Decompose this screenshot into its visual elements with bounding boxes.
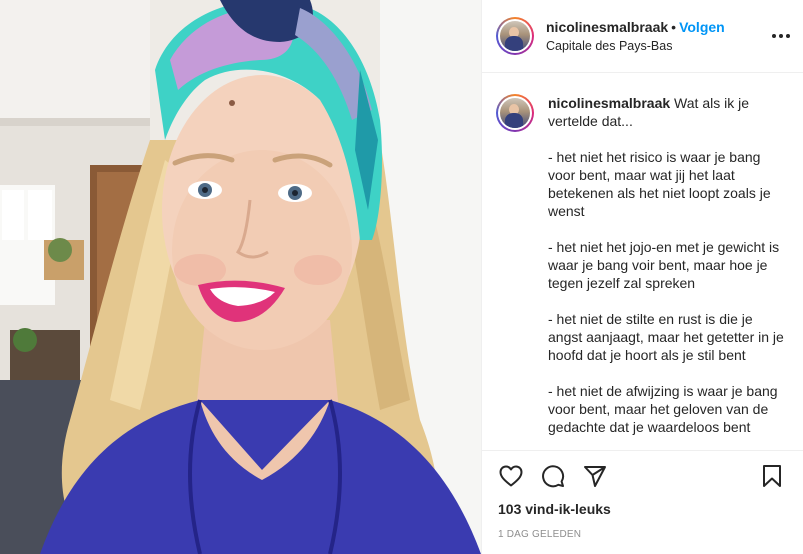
more-options-icon[interactable]	[771, 26, 791, 46]
post-actions: 103 vind-ik-leuks 1 DAG GELEDEN	[482, 450, 803, 554]
post-location[interactable]: Capitale des Pays-Bas	[546, 37, 725, 55]
follow-button[interactable]: Volgen	[679, 19, 725, 35]
caption-text: Wat als ik je vertelde dat... - het niet…	[548, 95, 784, 435]
caption-username[interactable]: nicolinesmalbraak	[548, 95, 670, 111]
likes-count[interactable]: 103 vind-ik-leuks	[498, 501, 787, 517]
header-separator: •	[671, 18, 677, 35]
action-icons	[498, 463, 787, 489]
post-side-panel: nicolinesmalbraak • Volgen Capitale des Pa…	[481, 0, 803, 554]
comments-section: nicolinesmalbraak Wat als ik je vertelde…	[482, 74, 803, 450]
share-icon[interactable]	[582, 463, 608, 489]
post-caption: nicolinesmalbraak Wat als ik je vertelde…	[548, 94, 789, 436]
post-photo-image	[0, 0, 481, 554]
heart-icon[interactable]	[498, 463, 524, 489]
post-photo[interactable]	[0, 0, 481, 554]
caption-avatar[interactable]	[496, 94, 534, 132]
author-username[interactable]: nicolinesmalbraak	[546, 19, 668, 35]
author-avatar[interactable]	[496, 17, 534, 55]
author-info: nicolinesmalbraak • Volgen Capitale des Pa…	[546, 18, 725, 55]
post-header: nicolinesmalbraak • Volgen Capitale des Pa…	[482, 0, 803, 73]
comment-icon[interactable]	[540, 463, 566, 489]
bookmark-icon[interactable]	[759, 463, 785, 489]
caption-row: nicolinesmalbraak Wat als ik je vertelde…	[496, 94, 789, 436]
post-timestamp[interactable]: 1 DAG GELEDEN	[498, 529, 787, 540]
